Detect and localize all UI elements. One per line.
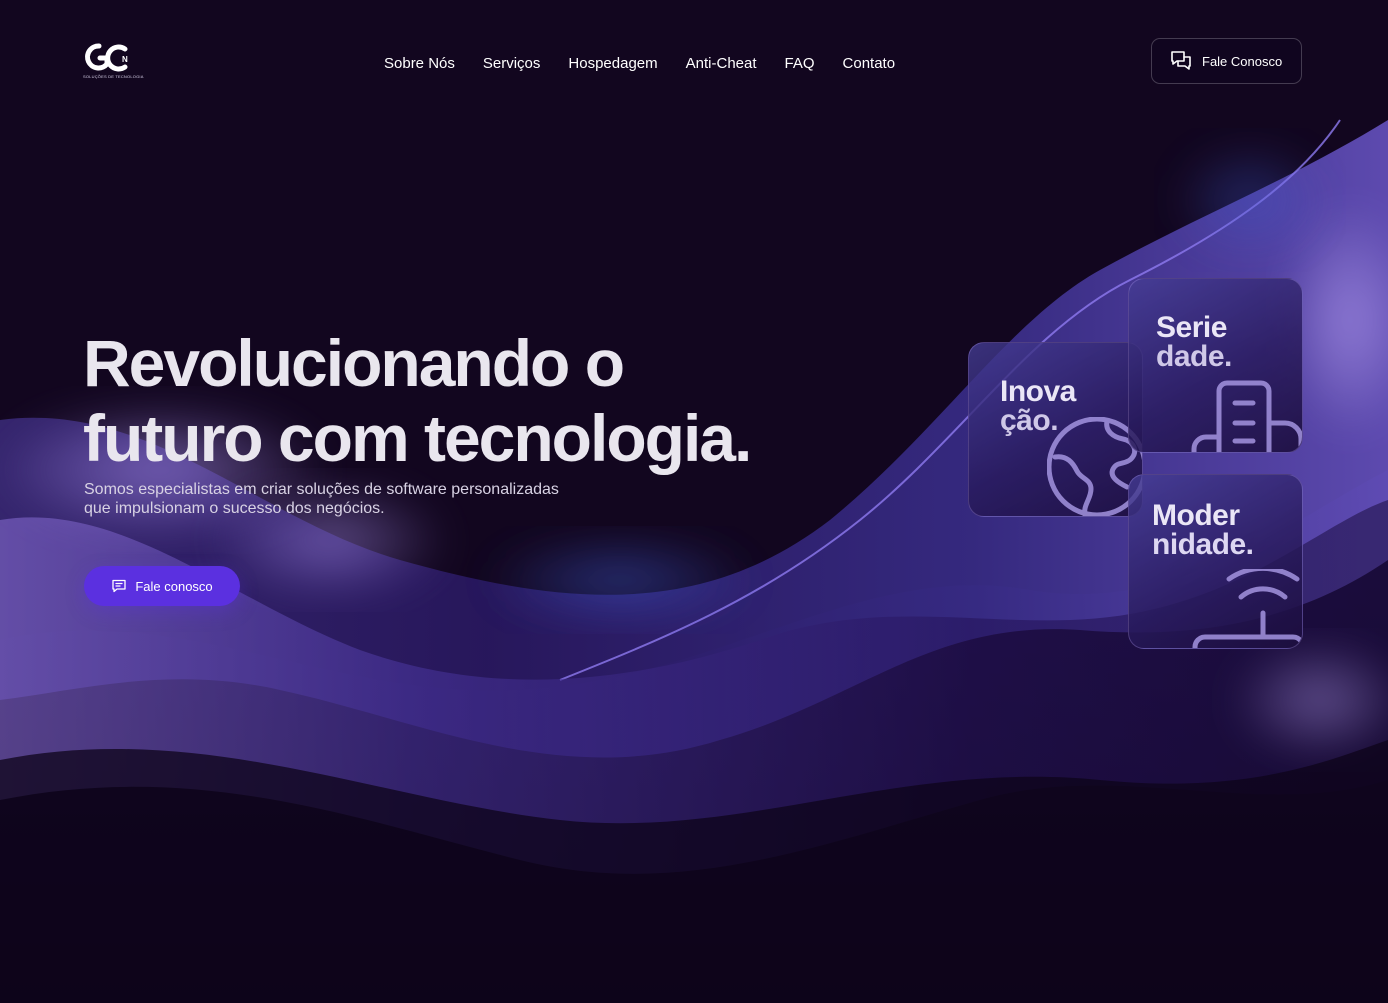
nav-item-contato[interactable]: Contato — [843, 55, 896, 72]
logo-caption: SOLUÇÕES DE TECNOLOGIA — [83, 74, 144, 79]
nav-item-sobre-nos[interactable]: Sobre Nós — [384, 55, 455, 72]
hero-title-line-2: futuro com tecnologia. — [83, 401, 752, 475]
hero-subtitle: Somos especialistas em criar soluções de… — [84, 480, 644, 518]
card-title-line-2: dade. — [1156, 340, 1232, 373]
logo-mark-icon: N — [85, 43, 128, 72]
nav-item-faq[interactable]: FAQ — [785, 55, 815, 72]
header-contact-label: Fale Conosco — [1202, 53, 1283, 69]
card-title-line-1: Moder — [1152, 499, 1240, 532]
value-card-modernidade: Moder nidade. — [1128, 474, 1303, 649]
hero-contact-button[interactable]: Fale conosco — [84, 566, 240, 606]
card-title-line-1: Serie — [1156, 311, 1227, 344]
brand-logo[interactable]: N SOLUÇÕES DE TECNOLOGIA — [83, 42, 143, 82]
nav-item-anti-cheat[interactable]: Anti-Cheat — [686, 55, 757, 72]
wifi-router-icon — [1189, 565, 1302, 648]
value-card-seriedade: Serie dade. — [1128, 278, 1303, 453]
message-icon — [111, 578, 127, 594]
building-icon — [1189, 379, 1302, 452]
hero-contact-label: Fale conosco — [135, 578, 213, 594]
main-nav: Sobre Nós Serviços Hospedagem Anti-Cheat… — [384, 52, 895, 74]
value-card-inovacao: Inova ção. — [968, 342, 1143, 517]
hero-title-line-1: Revolucionando o — [83, 326, 625, 400]
card-title-line-2: nidade. — [1152, 528, 1254, 561]
landing-page: N SOLUÇÕES DE TECNOLOGIA Sobre Nós Servi… — [0, 0, 1388, 1003]
nav-item-hospedagem[interactable]: Hospedagem — [568, 55, 657, 72]
card-title-line-1: Inova — [1000, 375, 1076, 408]
header-contact-button[interactable]: Fale Conosco — [1151, 38, 1302, 84]
chat-bubbles-icon — [1169, 49, 1193, 73]
hero-subtitle-line-1: Somos especialistas em criar soluções de… — [84, 481, 559, 498]
hero-subtitle-line-2: que impulsionam o sucesso dos negócios. — [84, 500, 385, 517]
card-title: Serie dade. — [1156, 311, 1232, 373]
nav-item-servicos[interactable]: Serviços — [483, 55, 541, 72]
hero-title: Revolucionando o futuro com tecnologia. — [83, 326, 752, 476]
site-header: N SOLUÇÕES DE TECNOLOGIA Sobre Nós Servi… — [0, 0, 1388, 102]
card-title: Moder nidade. — [1152, 499, 1254, 561]
svg-text:N: N — [122, 55, 128, 64]
